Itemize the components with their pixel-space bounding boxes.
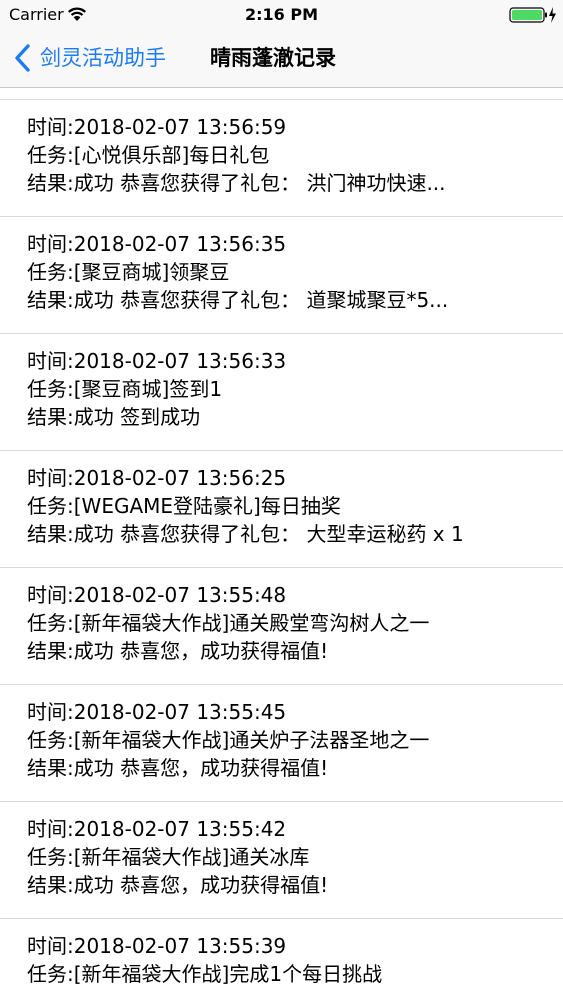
record-result: 结果:成功 恭喜您获得了礼包： 道聚城聚豆*5...	[27, 288, 449, 312]
page-title: 晴雨蓬澈记录	[210, 46, 336, 70]
record-task: 任务:[新年福袋大作战]通关冰库	[27, 845, 310, 869]
battery-charging-icon	[509, 7, 556, 23]
record-time: 时间:2018-02-07 13:55:45	[27, 700, 287, 724]
list-item[interactable]: 时间:2018-02-07 13:56:59 任务:[心悦俱乐部]每日礼包 结果…	[0, 100, 563, 217]
list-item[interactable]: 时间:2018-02-07 13:55:48 任务:[新年福袋大作战]通关殿堂弯…	[0, 568, 563, 685]
status-bar: Carrier 2:16 PM	[0, 0, 563, 30]
record-time: 时间:2018-02-07 13:55:39	[27, 934, 287, 958]
record-result: 结果:成功 恭喜您，成功获得福值!	[27, 756, 329, 780]
list-item[interactable]: 时间:2018-02-07 13:55:42 任务:[新年福袋大作战]通关冰库 …	[0, 802, 563, 919]
back-button[interactable]: 剑灵活动助手	[14, 40, 166, 76]
list-item[interactable]: 时间:2018-02-07 13:55:39 任务:[新年福袋大作战]完成1个每…	[0, 919, 563, 1000]
record-time: 时间:2018-02-07 13:56:33	[27, 349, 287, 373]
status-time: 2:16 PM	[244, 5, 318, 24]
list-item[interactable]: 时间:2018-02-07 13:55:45 任务:[新年福袋大作战]通关炉子法…	[0, 685, 563, 802]
record-result: 结果:成功 恭喜您，成功获得福值!	[27, 873, 329, 897]
record-task: 任务:[心悦俱乐部]每日礼包	[27, 143, 270, 167]
list-item[interactable]: 时间:2018-02-07 13:56:35 任务:[聚豆商城]领聚豆 结果:成…	[0, 217, 563, 334]
record-time: 时间:2018-02-07 13:55:48	[27, 583, 287, 607]
record-result: 结果:成功 恭喜您获得了礼包： 洪门神功快速...	[27, 171, 446, 195]
list-item[interactable]: 时间:2018-02-07 13:56:25 任务:[WEGAME登陆豪礼]每日…	[0, 451, 563, 568]
record-task: 任务:[WEGAME登陆豪礼]每日抽奖	[27, 494, 341, 518]
record-time: 时间:2018-02-07 13:56:35	[27, 232, 287, 256]
record-task: 任务:[聚豆商城]领聚豆	[27, 260, 230, 284]
record-time: 时间:2018-02-07 13:56:59	[27, 115, 287, 139]
record-list[interactable]: 时间:2018-02-07 13:56:59 任务:[心悦俱乐部]每日礼包 结果…	[0, 99, 563, 1000]
record-result: 结果:成功 签到成功	[27, 405, 201, 429]
record-time: 时间:2018-02-07 13:55:42	[27, 817, 287, 841]
record-task: 任务:[新年福袋大作战]完成1个每日挑战	[27, 962, 383, 986]
record-result: 结果:成功 恭喜您获得了礼包： 大型幸运秘药 x 1	[27, 522, 464, 546]
screen: Carrier 2:16 PM 剑灵活动助手 晴雨蓬澈记录 时间:2018-02…	[0, 0, 563, 1000]
record-result: 结果:成功 恭喜您，成功获得福值!	[27, 639, 329, 663]
record-task: 任务:[新年福袋大作战]通关殿堂弯沟树人之一	[27, 611, 430, 635]
chevron-left-icon	[15, 44, 30, 72]
record-task: 任务:[聚豆商城]签到1	[27, 377, 223, 401]
back-button-label: 剑灵活动助手	[40, 46, 166, 70]
list-item[interactable]: 时间:2018-02-07 13:56:33 任务:[聚豆商城]签到1 结果:成…	[0, 334, 563, 451]
record-result	[27, 990, 547, 1000]
record-task: 任务:[新年福袋大作战]通关炉子法器圣地之一	[27, 728, 430, 752]
record-time: 时间:2018-02-07 13:56:25	[27, 466, 287, 490]
navigation-bar: 剑灵活动助手 晴雨蓬澈记录	[0, 30, 563, 88]
